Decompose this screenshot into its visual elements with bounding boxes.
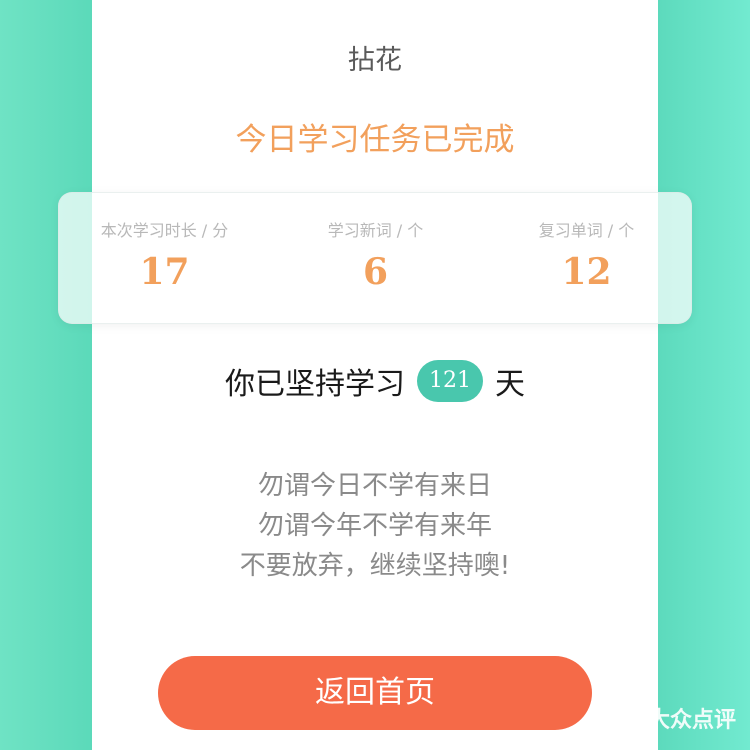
result-card: 拈花 今日学习任务已完成 你已坚持学习 121 天 勿谓今日不学有来日 勿谓今年… <box>92 0 658 750</box>
quote-line: 不要放弃，继续坚持噢! <box>239 551 511 581</box>
stat-value: 6 <box>362 251 389 293</box>
return-home-button[interactable]: 返回首页 <box>158 656 592 730</box>
quote-line: 勿谓今年不学有来年 <box>257 511 492 541</box>
quote-line: 勿谓今日不学有来日 <box>257 471 492 501</box>
stat-label: 本次学习时长 / 分 <box>100 221 229 240</box>
streak-row: 你已坚持学习 121 天 <box>92 358 658 404</box>
streak-prefix: 你已坚持学习 <box>225 367 405 402</box>
stat-value: 17 <box>139 251 190 293</box>
stats-panel: 本次学习时长 / 分 17 学习新词 / 个 6 复习单词 / 个 12 <box>58 192 692 324</box>
motivational-quote: 勿谓今日不学有来日 勿谓今年不学有来年 不要放弃，继续坚持噢! <box>92 466 658 586</box>
stat-label: 复习单词 / 个 <box>538 221 635 240</box>
streak-days-badge: 121 <box>417 360 483 402</box>
streak-suffix: 天 <box>495 367 525 402</box>
task-complete-title: 今日学习任务已完成 <box>235 122 515 158</box>
username: 拈花 <box>348 45 402 76</box>
watermark: 大众点评 <box>612 702 736 734</box>
watermark-text: 大众点评 <box>647 708 736 733</box>
stat-label: 学习新词 / 个 <box>327 221 424 240</box>
stat-value: 12 <box>561 251 612 293</box>
dianping-logo-icon <box>613 707 640 731</box>
